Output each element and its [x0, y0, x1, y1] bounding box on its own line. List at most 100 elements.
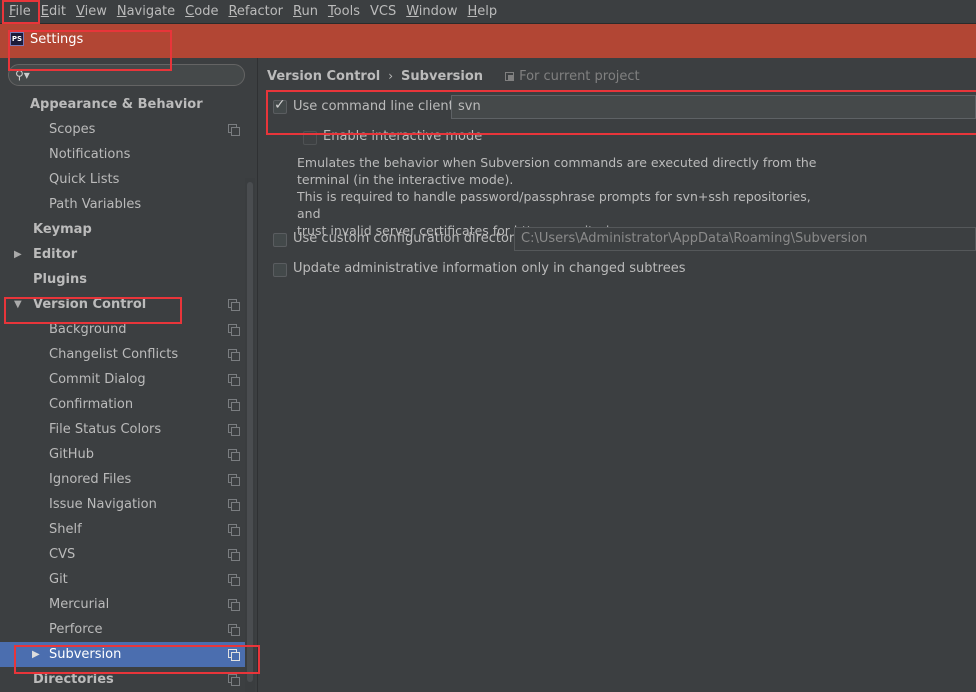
sidebar-item-version-control[interactable]: ▼ Version Control — [0, 292, 245, 317]
project-level-icon — [228, 549, 240, 561]
sidebar-item-confirmation[interactable]: Confirmation — [0, 392, 245, 417]
sidebar-item-label: CVS — [49, 547, 76, 562]
menu-refactor[interactable]: Refactor — [223, 0, 288, 24]
sidebar-item-label: File Status Colors — [49, 422, 162, 437]
sidebar-item-issue-navigation[interactable]: Issue Navigation — [0, 492, 245, 517]
sidebar-item-label: Subversion — [49, 647, 122, 662]
project-level-icon — [228, 424, 240, 436]
project-level-icon — [228, 299, 240, 311]
sidebar-item-changelist-conflicts[interactable]: Changelist Conflicts — [0, 342, 245, 367]
menu-help[interactable]: Help — [462, 0, 502, 24]
project-level-icon — [228, 349, 240, 361]
enable-interactive-mode-checkbox[interactable] — [303, 131, 317, 145]
sidebar-item-plugins[interactable]: Plugins — [0, 267, 245, 292]
sidebar-item-label: Plugins — [33, 272, 87, 287]
sidebar-item-cvs[interactable]: CVS — [0, 542, 245, 567]
project-level-icon — [228, 624, 240, 636]
menu-window[interactable]: Window — [401, 0, 462, 24]
expand-right-icon[interactable]: ▶ — [14, 242, 22, 267]
expand-down-icon[interactable]: ▼ — [14, 292, 22, 317]
menu-navigate[interactable]: Navigate — [112, 0, 180, 24]
sidebar-item-scopes[interactable]: Scopes — [0, 117, 245, 142]
sidebar-item-label: Quick Lists — [49, 172, 120, 187]
custom-config-dir-input[interactable]: C:\Users\Administrator\AppData\Roaming\S… — [514, 227, 976, 251]
sidebar-item-appearance-behavior[interactable]: Appearance & Behavior — [0, 92, 245, 117]
sidebar-item-perforce[interactable]: Perforce — [0, 617, 245, 642]
use-custom-config-dir-checkbox[interactable] — [273, 233, 287, 247]
project-level-icon — [228, 574, 240, 586]
project-scope-note: For current project — [505, 69, 640, 84]
sidebar-item-label: Confirmation — [49, 397, 134, 412]
sidebar-item-editor[interactable]: ▶ Editor — [0, 242, 245, 267]
sidebar-item-label: Path Variables — [49, 197, 142, 212]
sidebar-item-quick-lists[interactable]: Quick Lists — [0, 167, 245, 192]
menubar: File Edit View Navigate Code Refactor Run Tools… — [0, 0, 976, 24]
sidebar-item-label: Editor — [33, 247, 78, 262]
sidebar-item-label: Issue Navigation — [49, 497, 157, 512]
menu-code[interactable]: Code — [180, 0, 223, 24]
description-line: terminal (in the interactive mode). — [297, 172, 514, 187]
project-level-icon — [228, 124, 240, 136]
sidebar-item-label: Keymap — [33, 222, 92, 237]
sidebar-item-notifications[interactable]: Notifications — [0, 142, 245, 167]
sidebar-item-mercurial[interactable]: Mercurial — [0, 592, 245, 617]
use-command-line-client-checkbox[interactable] — [273, 97, 287, 114]
sidebar-item-label: Shelf — [49, 522, 82, 537]
phpstorm-app-icon: PS — [10, 32, 24, 46]
sidebar-item-label: Commit Dialog — [49, 372, 146, 387]
project-scope-icon — [505, 71, 515, 81]
menu-view[interactable]: View — [71, 0, 112, 24]
window-title-bar: PS Settings — [0, 24, 976, 58]
sidebar-item-label: GitHub — [49, 447, 95, 462]
settings-search-input[interactable]: ⚲▾ — [8, 64, 245, 86]
sidebar-item-subversion[interactable]: ▶ Subversion — [0, 642, 245, 667]
sidebar-item-background[interactable]: Background — [0, 317, 245, 342]
sidebar-item-git[interactable]: Git — [0, 567, 245, 592]
svn-executable-input[interactable]: svn — [451, 95, 976, 119]
update-admin-info-checkbox[interactable] — [273, 263, 287, 277]
project-level-icon — [228, 374, 240, 386]
breadcrumb-separator: › — [388, 69, 394, 83]
description-line: This is required to handle password/pass… — [297, 189, 811, 221]
settings-content-panel: Version Control › Subversion For current… — [258, 58, 976, 692]
sidebar-item-keymap[interactable]: Keymap — [0, 217, 245, 242]
breadcrumb: Version Control › Subversion For current… — [267, 67, 640, 85]
menu-tools[interactable]: Tools — [323, 0, 365, 24]
sidebar-item-label: Directories — [33, 672, 114, 687]
sidebar-item-label: Mercurial — [49, 597, 110, 612]
enable-interactive-mode-label: Enable interactive mode — [323, 129, 483, 144]
update-admin-info-label: Update administrative information only i… — [293, 261, 686, 276]
sidebar-item-file-status-colors[interactable]: File Status Colors — [0, 417, 245, 442]
sidebar-scrollbar[interactable] — [245, 178, 255, 692]
sidebar-item-path-variables[interactable]: Path Variables — [0, 192, 245, 217]
sidebar-item-directories[interactable]: Directories — [0, 667, 245, 692]
sidebar-item-label: Version Control — [33, 297, 147, 312]
project-level-icon — [228, 499, 240, 511]
sidebar-item-label: Scopes — [49, 122, 96, 137]
project-level-icon — [228, 649, 240, 661]
expand-right-icon[interactable]: ▶ — [32, 642, 40, 667]
sidebar-item-label: Background — [49, 322, 127, 337]
sidebar-item-github[interactable]: GitHub — [0, 442, 245, 467]
sidebar-item-label: Changelist Conflicts — [49, 347, 179, 362]
window-title: Settings — [30, 31, 84, 47]
menu-file[interactable]: File — [4, 0, 36, 24]
menu-run[interactable]: Run — [288, 0, 323, 24]
menu-edit[interactable]: Edit — [36, 0, 71, 24]
sidebar-item-label: Git — [49, 572, 68, 587]
project-level-icon — [228, 324, 240, 336]
search-icon[interactable]: ⚲▾ — [15, 68, 31, 82]
sidebar-item-commit-dialog[interactable]: Commit Dialog — [0, 367, 245, 392]
sidebar-item-label: Perforce — [49, 622, 103, 637]
scrollbar-thumb[interactable] — [247, 182, 253, 682]
menu-vcs[interactable]: VCS — [365, 0, 401, 24]
breadcrumb-subversion: Subversion — [401, 68, 484, 84]
sidebar-item-label: Notifications — [49, 147, 131, 162]
description-line: Emulates the behavior when Subversion co… — [297, 155, 817, 170]
sidebar-item-shelf[interactable]: Shelf — [0, 517, 245, 542]
project-level-icon — [228, 674, 240, 686]
breadcrumb-version-control: Version Control — [267, 68, 381, 84]
use-command-line-client-label: Use command line client: — [293, 99, 459, 114]
sidebar-item-ignored-files[interactable]: Ignored Files — [0, 467, 245, 492]
project-level-icon — [228, 524, 240, 536]
